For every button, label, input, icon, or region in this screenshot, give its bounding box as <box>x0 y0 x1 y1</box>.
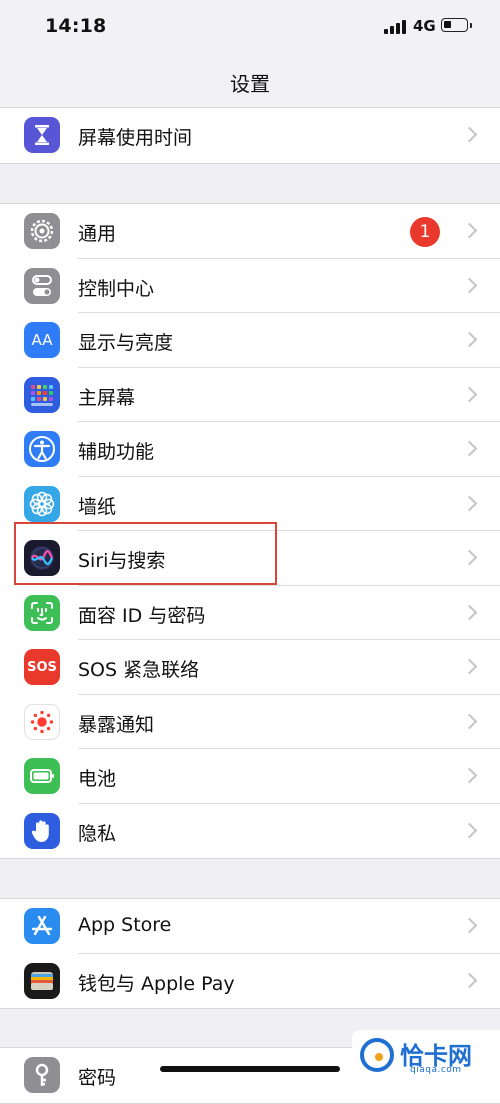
settings-row-battery[interactable]: 电池 <box>0 749 500 804</box>
page-title: 设置 <box>230 72 270 96</box>
battery-icon <box>24 758 60 794</box>
settings-row-label: 面容 ID 与密码 <box>78 604 206 627</box>
settings-row-accessibility[interactable]: 辅助功能 <box>0 422 500 477</box>
flower-icon <box>24 485 60 522</box>
settings-group-main: 通用 1 控制中心 AA 显示与亮度 主屏幕 辅助功能 墙纸 Siri与搜索 面… <box>0 203 500 859</box>
settings-row-label: 钱包与 Apple Pay <box>78 972 235 995</box>
navigation-bar: 设置 <box>0 55 500 108</box>
watermark-logo-icon <box>360 1038 394 1072</box>
chevron-right-icon <box>461 767 478 784</box>
settings-row-home-screen[interactable]: 主屏幕 <box>0 368 500 422</box>
settings-row-label: 控制中心 <box>78 277 155 300</box>
watermark-url: qiaqa.com <box>410 1065 462 1075</box>
signal-icon <box>384 18 408 34</box>
exposure-icon <box>24 703 60 740</box>
battery-status-icon <box>441 18 468 32</box>
toggles-icon <box>24 267 60 304</box>
chevron-right-icon <box>461 972 478 988</box>
chevron-right-icon <box>461 495 478 511</box>
settings-row-app-store[interactable]: App Store <box>0 899 500 954</box>
settings-row-wallpaper[interactable]: 墙纸 <box>0 477 500 531</box>
settings-row-label: 通用 <box>78 223 117 245</box>
settings-row-siri-search[interactable]: Siri与搜索 <box>0 531 500 586</box>
settings-group-screen-time: 屏幕使用时间 <box>0 107 500 164</box>
app-store-icon <box>24 908 60 944</box>
settings-row-face-id[interactable]: 面容 ID 与密码 <box>0 586 500 640</box>
settings-row-privacy[interactable]: 隐私 <box>0 804 500 859</box>
face-id-icon <box>24 594 60 631</box>
settings-row-control-center[interactable]: 控制中心 <box>0 259 500 313</box>
accessibility-icon <box>24 431 60 467</box>
chevron-right-icon <box>461 549 478 566</box>
settings-row-wallet[interactable]: 钱包与 Apple Pay <box>0 954 500 1009</box>
settings-row-label: 墙纸 <box>78 495 117 518</box>
siri-icon <box>24 540 60 576</box>
chevron-right-icon <box>461 440 478 457</box>
settings-row-label: 显示与亮度 <box>78 332 174 354</box>
home-indicator[interactable] <box>160 1066 340 1072</box>
notification-badge: 1 <box>410 217 440 247</box>
hand-icon <box>24 812 60 849</box>
chevron-right-icon <box>461 277 478 293</box>
settings-row-exposure-notifications[interactable]: 暴露通知 <box>0 695 500 749</box>
chevron-right-icon <box>461 917 478 934</box>
settings-row-screen-time[interactable]: 屏幕使用时间 <box>0 108 500 163</box>
settings-row-label: Siri与搜索 <box>78 550 166 572</box>
chevron-right-icon <box>461 658 478 675</box>
settings-row-label: 屏幕使用时间 <box>78 127 193 149</box>
chevron-right-icon <box>461 822 478 838</box>
settings-row-label: SOS 紧急联络 <box>78 659 200 681</box>
network-type: 4G <box>413 17 436 35</box>
chevron-right-icon <box>461 386 478 402</box>
home-grid-icon <box>24 376 60 413</box>
chevron-right-icon <box>461 126 478 143</box>
chevron-right-icon <box>461 331 478 348</box>
settings-row-label: 暴露通知 <box>78 713 155 736</box>
chevron-right-icon <box>461 222 478 239</box>
hourglass-icon <box>24 117 60 153</box>
status-bar: 14:18 4G <box>0 0 500 55</box>
wallet-icon <box>24 962 60 999</box>
settings-row-label: 辅助功能 <box>78 441 155 463</box>
settings-row-label: App Store <box>78 914 172 936</box>
text-size-icon: AA <box>24 322 60 358</box>
watermark: 恰卡网 qiaqa.com <box>352 1030 500 1082</box>
settings-row-label: 主屏幕 <box>78 386 136 409</box>
chevron-right-icon <box>461 713 478 729</box>
status-time: 14:18 <box>45 15 107 37</box>
key-icon <box>24 1057 60 1093</box>
sos-icon: SOS <box>24 649 60 685</box>
battery-tip <box>470 23 472 28</box>
settings-group-store: App Store 钱包与 Apple Pay <box>0 898 500 1009</box>
gear-icon <box>24 213 60 249</box>
chevron-right-icon <box>461 604 478 620</box>
settings-row-label: 密码 <box>78 1067 117 1089</box>
settings-row-sos[interactable]: SOS SOS 紧急联络 <box>0 640 500 695</box>
settings-row-display-brightness[interactable]: AA 显示与亮度 <box>0 313 500 368</box>
settings-row-general[interactable]: 通用 1 <box>0 204 500 259</box>
settings-row-label: 电池 <box>78 768 117 790</box>
settings-row-label: 隐私 <box>78 822 117 845</box>
